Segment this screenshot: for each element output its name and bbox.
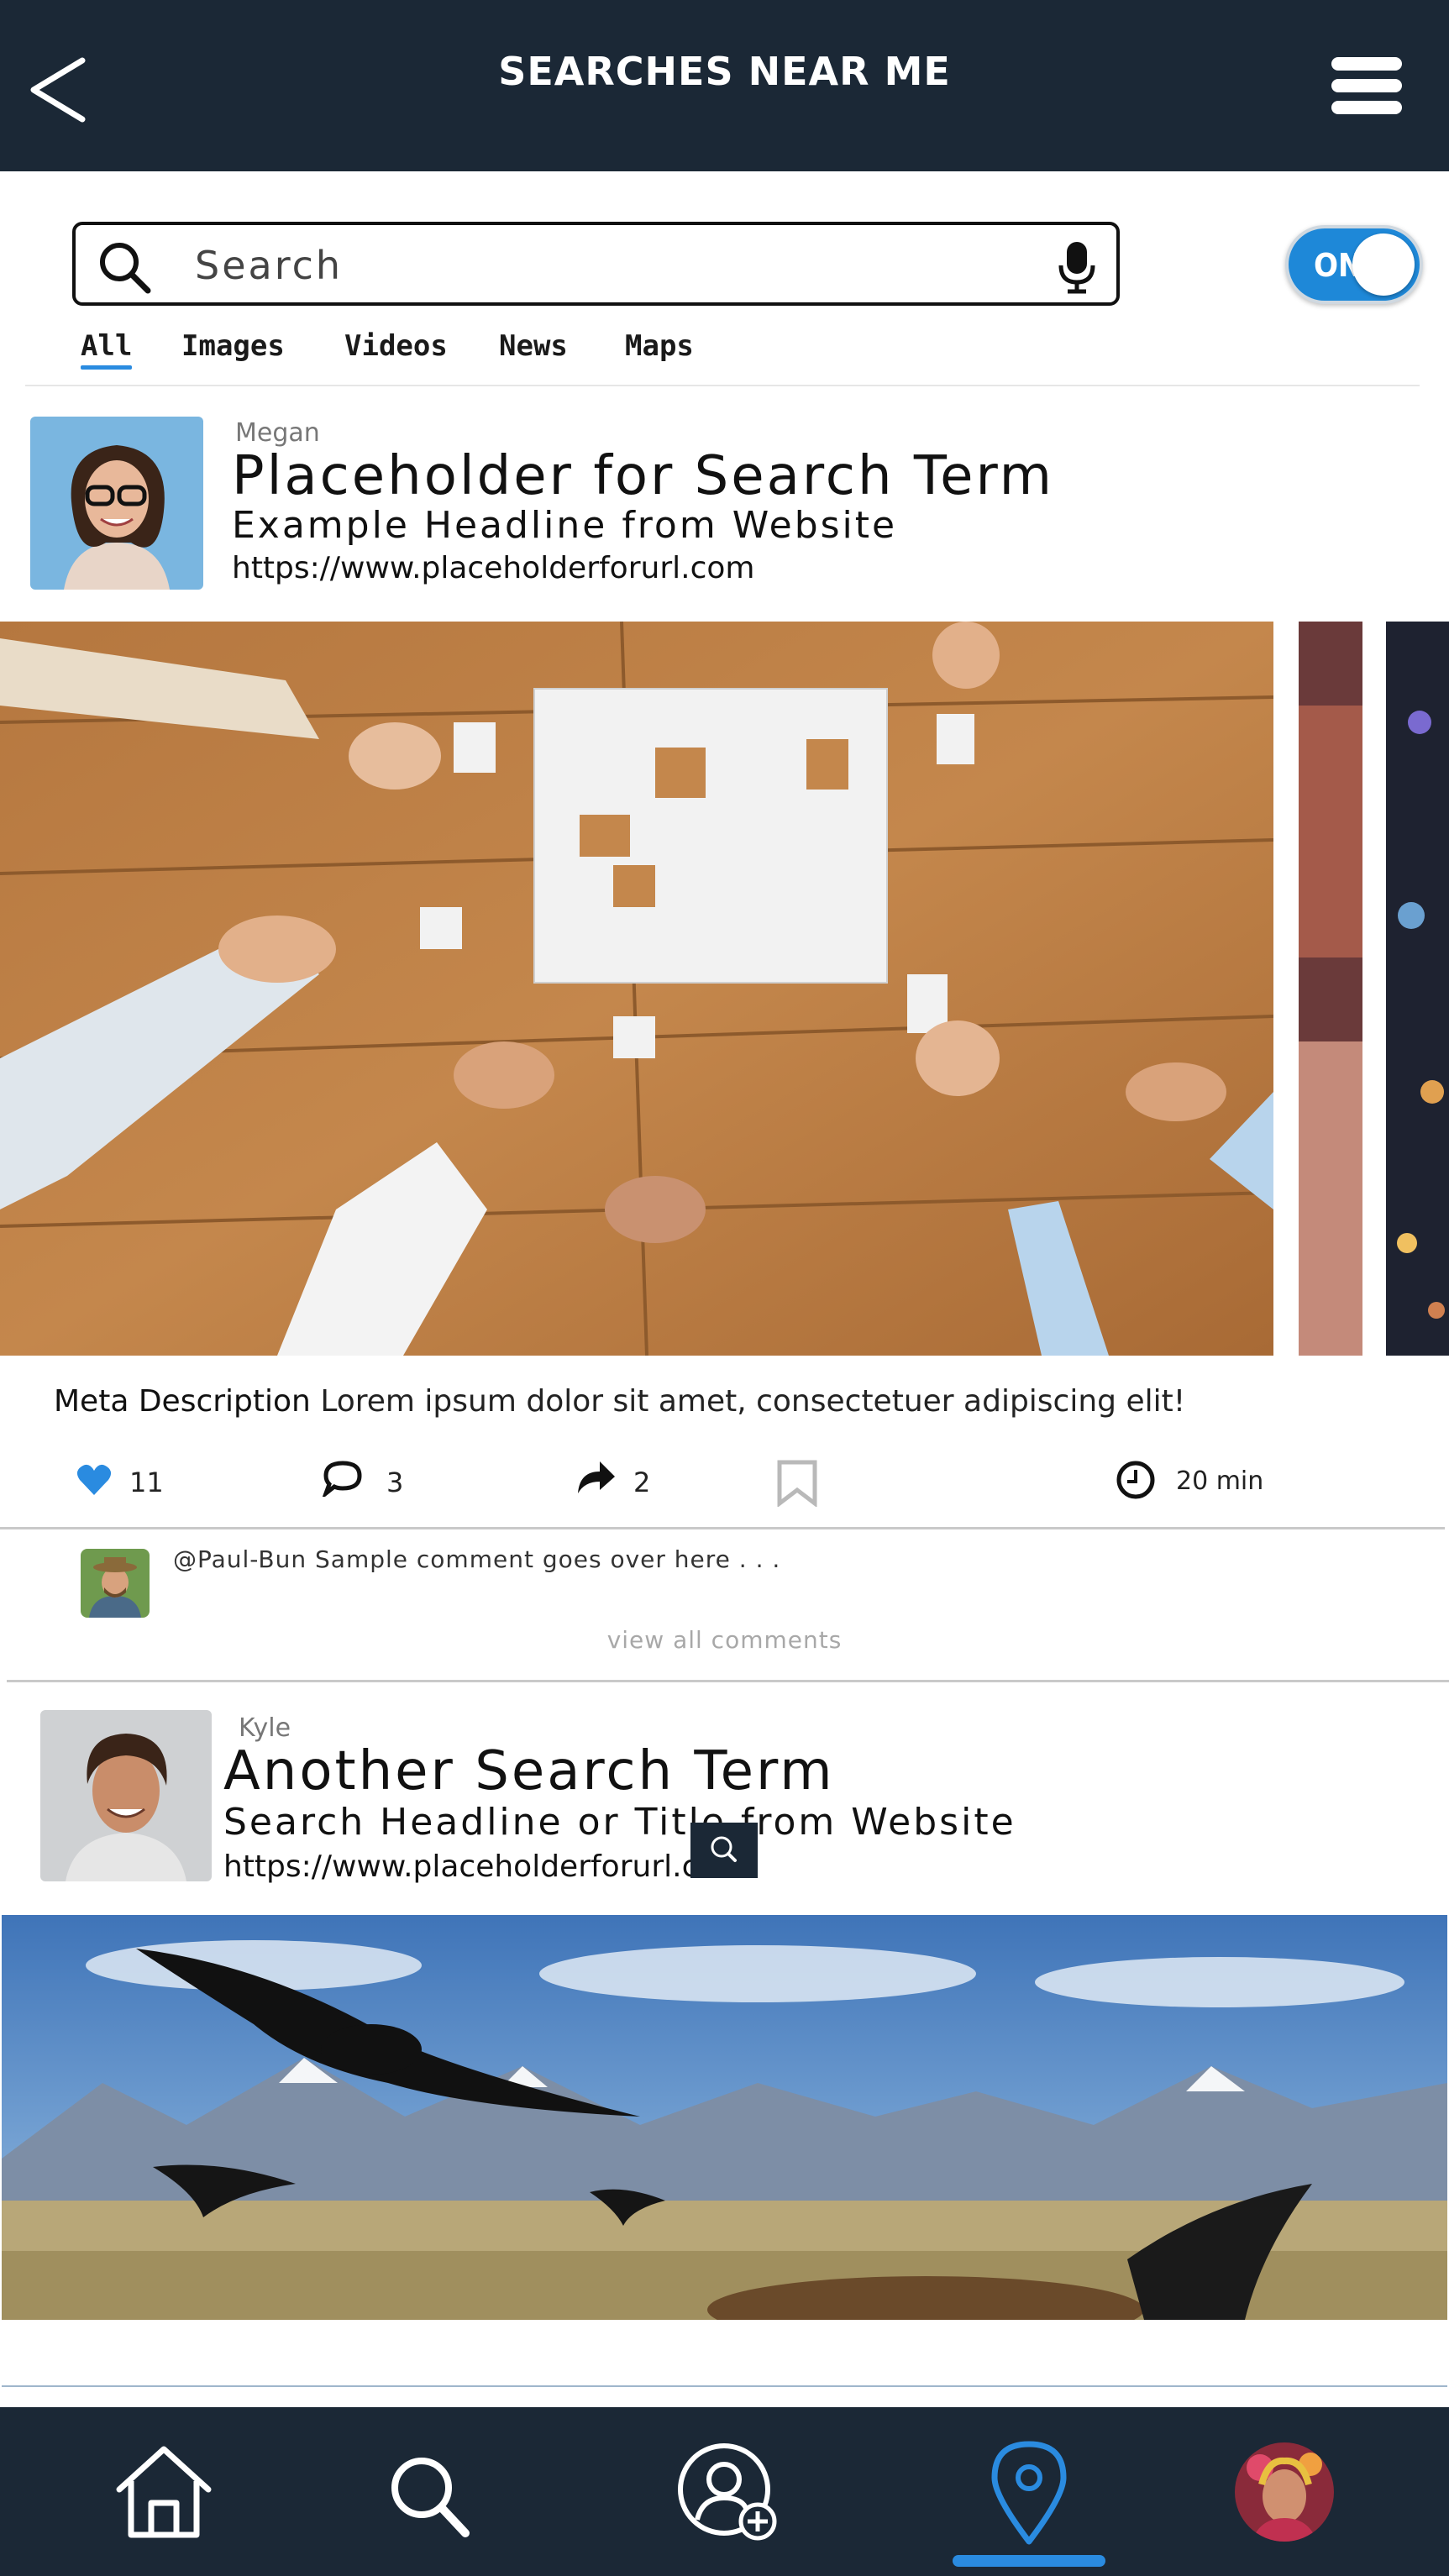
active-tab-indicator [81,365,133,370]
search-bar[interactable] [72,222,1120,306]
home-icon [116,2446,212,2538]
post-url[interactable]: https://www.placeholderforurl.c [223,1849,698,1884]
add-friend-icon [678,2443,777,2541]
post-headline[interactable]: Example Headline from Website [232,504,897,547]
view-all-comments-link[interactable]: view all comments [0,1626,1449,1654]
like-button[interactable]: 11 [76,1458,193,1505]
post-image-puzzle[interactable] [0,622,1273,1356]
tab-maps[interactable]: Maps [625,329,694,363]
post-url[interactable]: https://www.placeholderforurl.com [232,551,754,585]
share-count: 2 [633,1466,651,1498]
post-image-crows-mountains[interactable] [2,1915,1447,2320]
profile-avatar-icon [1235,2442,1334,2542]
post-time-label: 20 min [1176,1466,1264,1496]
divider [0,1527,1445,1529]
nav-profile[interactable] [1235,2442,1334,2542]
comment-text: @Paul-Bun Sample comment goes over here … [173,1545,781,1573]
search-icon [100,243,151,294]
avatar[interactable] [30,417,203,590]
post-image-carousel-next[interactable] [1386,622,1449,1356]
bottom-navigation [0,2407,1449,2576]
tab-all[interactable]: All [81,329,133,370]
page-title: SEARCHES NEAR ME [498,49,951,94]
bookmark-button[interactable] [776,1460,818,1508]
post-username[interactable]: Megan [235,418,320,448]
post-title[interactable]: Another Search Term [223,1740,835,1802]
nav-add-friend[interactable] [672,2437,781,2547]
post-time: 20 min [1116,1458,1300,1505]
avatar[interactable] [40,1710,212,1881]
tab-images[interactable]: Images [181,329,285,363]
commenter-avatar[interactable] [81,1549,150,1618]
post-headline[interactable]: Search Headline or Title from Website [223,1801,1016,1844]
share-button[interactable]: 2 [575,1458,675,1505]
search-input[interactable] [193,240,1033,291]
divider [25,385,1420,386]
heart-icon [76,1464,112,1495]
nav-search[interactable] [375,2437,484,2547]
clock-icon [1116,1461,1155,1499]
post-username[interactable]: Kyle [239,1713,291,1743]
app-header: SEARCHES NEAR ME [0,0,1449,171]
microphone-icon[interactable] [1056,240,1098,294]
zoom-button[interactable] [690,1823,758,1878]
share-arrow-icon [578,1461,615,1493]
active-nav-indicator [953,2555,1105,2567]
nav-location[interactable] [974,2437,1084,2547]
like-count: 11 [129,1466,164,1498]
search-icon [711,1836,737,1862]
meta-description: Meta Description Lorem ipsum dolor sit a… [54,1384,1186,1419]
hamburger-menu-icon[interactable] [1330,55,1404,116]
comment-count: 3 [386,1466,404,1498]
divider [2,2385,1447,2387]
tab-videos[interactable]: Videos [344,329,448,363]
bookmark-icon [777,1460,817,1508]
tab-news[interactable]: News [499,329,568,363]
search-icon [391,2458,470,2537]
nearby-toggle[interactable]: ON [1285,225,1423,304]
divider [7,1680,1449,1682]
comment-button[interactable]: 3 [323,1458,423,1505]
post-image-carousel-next[interactable] [1299,622,1362,1356]
speech-bubble-icon [323,1461,362,1497]
location-pin-icon [991,2441,1067,2545]
nav-home[interactable] [109,2437,218,2547]
post-title[interactable]: Placeholder for Search Term [232,445,1054,507]
toggle-knob[interactable] [1352,233,1415,296]
